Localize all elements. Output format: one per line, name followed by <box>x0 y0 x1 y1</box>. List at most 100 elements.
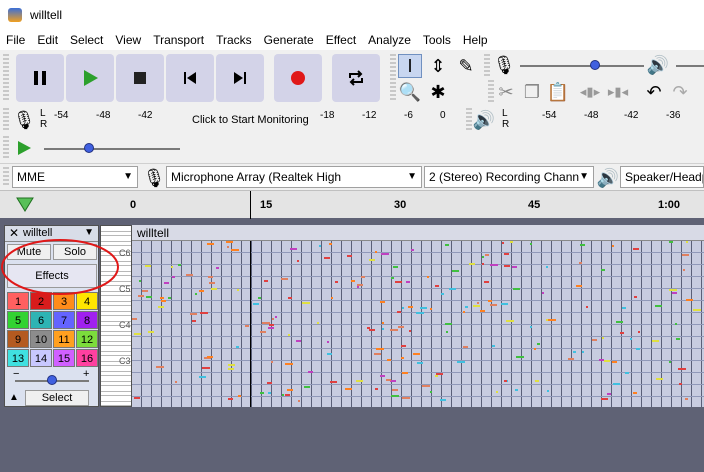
chevron-down-icon: ▼ <box>407 171 417 182</box>
menu-generate[interactable]: Generate <box>258 33 320 47</box>
channel-button-5[interactable]: 5 <box>7 311 29 329</box>
play-at-speed-button[interactable] <box>12 136 36 160</box>
midi-note <box>401 357 404 359</box>
midi-note <box>156 366 164 368</box>
clip-header[interactable]: willtell <box>132 225 704 241</box>
playback-speed-thumb[interactable] <box>84 143 94 153</box>
channel-button-16[interactable]: 16 <box>76 349 98 367</box>
skip-to-end-button[interactable] <box>216 54 264 102</box>
menu-transport[interactable]: Transport <box>147 33 210 47</box>
midi-note <box>592 339 597 341</box>
midi-note <box>381 253 389 255</box>
channel-button-9[interactable]: 9 <box>7 330 29 348</box>
recording-meter[interactable]: -54 -48 -42 Click to Start Monitoring -1… <box>48 108 458 134</box>
midi-note <box>406 281 410 283</box>
midi-note <box>607 393 611 395</box>
record-meter-mic-icon[interactable]: 🎙 <box>12 108 36 132</box>
menu-analyze[interactable]: Analyze <box>362 33 417 47</box>
midi-note <box>573 351 576 353</box>
velocity-thumb[interactable] <box>47 375 57 385</box>
tools-grip[interactable] <box>390 54 396 102</box>
midi-note <box>275 316 277 318</box>
menu-view[interactable]: View <box>109 33 147 47</box>
midi-note <box>148 331 154 333</box>
playback-speed-slider[interactable] <box>44 148 180 150</box>
copy-icon[interactable]: ❐ <box>520 80 544 104</box>
playback-meter[interactable]: -54 -48 -42 -36 <box>510 108 704 134</box>
channel-button-6[interactable]: 6 <box>30 311 52 329</box>
midi-note <box>530 243 532 245</box>
silence-audio-icon[interactable]: ▸▮◂ <box>606 80 630 104</box>
collapse-track-icon[interactable]: ▲ <box>9 392 19 403</box>
play-meter-speaker-icon[interactable]: 🔊 <box>472 108 496 132</box>
midi-note <box>264 280 268 282</box>
menu-help[interactable]: Help <box>457 33 494 47</box>
playback-volume-slider[interactable] <box>676 65 704 67</box>
midi-note <box>178 264 181 266</box>
trim-audio-icon[interactable]: ◂▮▸ <box>578 80 602 104</box>
channel-button-13[interactable]: 13 <box>7 349 29 367</box>
midi-note <box>477 302 479 304</box>
play-button[interactable] <box>66 54 114 102</box>
midi-note <box>669 289 677 291</box>
channel-button-15[interactable]: 15 <box>53 349 75 367</box>
midi-note <box>463 311 465 313</box>
timeline-label: 0 <box>130 199 137 211</box>
device-grip[interactable] <box>3 167 9 187</box>
midi-note <box>401 345 406 347</box>
undo-icon[interactable]: ↶ <box>642 80 666 104</box>
skip-to-start-button[interactable] <box>166 54 214 102</box>
loop-button[interactable] <box>332 54 380 102</box>
midi-note <box>161 300 166 302</box>
channel-button-11[interactable]: 11 <box>53 330 75 348</box>
channel-button-12[interactable]: 12 <box>76 330 98 348</box>
recording-volume-slider[interactable] <box>520 65 644 67</box>
channel-button-7[interactable]: 7 <box>53 311 75 329</box>
pin-playhead-icon[interactable] <box>16 197 34 213</box>
play-at-speed-grip[interactable] <box>3 136 9 160</box>
midi-note <box>357 284 363 286</box>
multi-tool[interactable]: ✱ <box>426 80 450 104</box>
midi-note <box>452 270 459 272</box>
recording-volume-thumb[interactable] <box>590 60 600 70</box>
menu-edit[interactable]: Edit <box>31 33 64 47</box>
window-title: willtell <box>30 8 63 22</box>
midi-note <box>324 257 330 259</box>
record-button[interactable] <box>274 54 322 102</box>
annotation-circle <box>1 239 119 295</box>
playback-device-select[interactable]: Speaker/Headp <box>620 166 704 188</box>
selection-tool[interactable]: I <box>398 54 422 78</box>
midi-note <box>435 285 439 287</box>
zoom-tool[interactable]: 🔍 <box>398 80 422 104</box>
audio-host-select[interactable]: MME ▼ <box>12 166 138 188</box>
recording-channels-select[interactable]: 2 (Stereo) Recording Chann ▼ <box>424 166 594 188</box>
menu-file[interactable]: File <box>0 33 31 47</box>
mic-volume-grip[interactable] <box>484 54 490 76</box>
channel-button-14[interactable]: 14 <box>30 349 52 367</box>
menu-select[interactable]: Select <box>64 33 109 47</box>
envelope-tool[interactable]: ⇕ <box>426 54 450 78</box>
menu-tools[interactable]: Tools <box>417 33 457 47</box>
record-meter-grip[interactable] <box>3 108 9 132</box>
channel-button-8[interactable]: 8 <box>76 311 98 329</box>
redo-icon[interactable]: ↷ <box>668 80 692 104</box>
timeline-ruler[interactable]: 0 15 30 45 1:00 <box>0 190 704 219</box>
stop-button[interactable] <box>116 54 164 102</box>
midi-note <box>672 292 677 294</box>
recording-device-select[interactable]: Microphone Array (Realtek High ▼ <box>166 166 422 188</box>
menu-tracks[interactable]: Tracks <box>210 33 258 47</box>
toolbar-grip[interactable] <box>3 54 9 102</box>
pause-button[interactable] <box>16 54 64 102</box>
draw-tool[interactable]: ✎ <box>454 54 478 78</box>
midi-note <box>473 305 480 307</box>
note-track-canvas[interactable] <box>132 241 704 407</box>
midi-note <box>512 266 517 268</box>
midi-note <box>408 306 413 308</box>
click-to-start-monitoring[interactable]: Click to Start Monitoring <box>192 114 309 126</box>
menu-effect[interactable]: Effect <box>320 33 362 47</box>
channel-button-10[interactable]: 10 <box>30 330 52 348</box>
midi-note <box>397 311 401 313</box>
cut-icon[interactable]: ✂ <box>494 80 518 104</box>
select-track-button[interactable]: Select <box>25 390 89 406</box>
paste-icon[interactable]: 📋 <box>546 80 570 104</box>
